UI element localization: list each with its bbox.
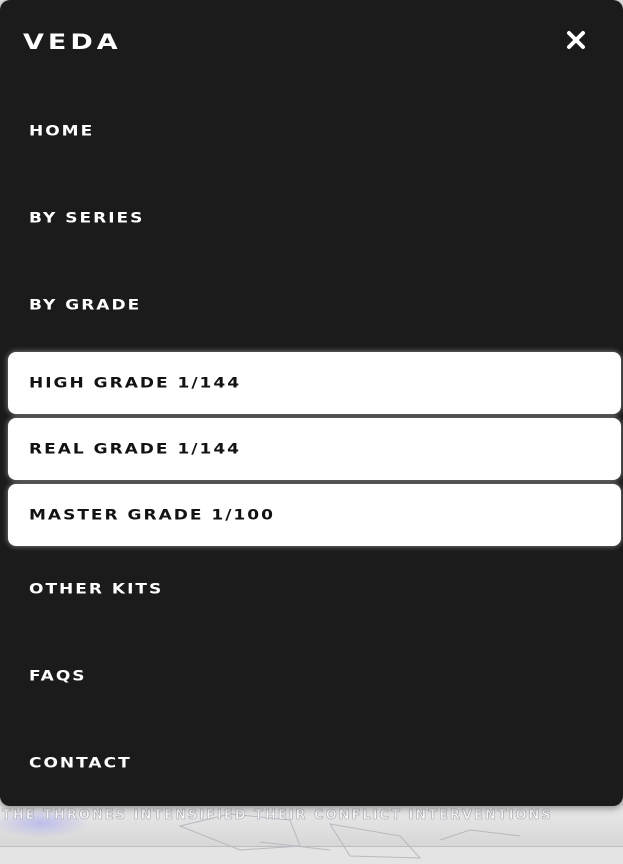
background-ticker: THE THRONES INTENSIFIED THEIR CONFLICT I…: [2, 808, 553, 824]
nav-drawer: VEDA HOME BY SERIES BY GRADE HIGH GRADE …: [0, 0, 623, 806]
close-button[interactable]: [560, 24, 592, 56]
nav-item-by-series[interactable]: BY SERIES: [29, 210, 144, 227]
nav-subitem-label: REAL GRADE 1/144: [29, 440, 241, 458]
nav-item-faqs[interactable]: FAQS: [29, 668, 87, 685]
nav-subitem-label: MASTER GRADE 1/100: [29, 506, 275, 524]
close-icon: [567, 31, 585, 49]
nav-subitem-label: HIGH GRADE 1/144: [29, 374, 242, 392]
nav-item-home[interactable]: HOME: [29, 123, 94, 140]
brand-logo[interactable]: VEDA: [23, 30, 122, 55]
nav-item-contact[interactable]: CONTACT: [29, 755, 132, 772]
nav-subitem-high-grade[interactable]: HIGH GRADE 1/144: [8, 352, 621, 414]
nav-subitem-master-grade[interactable]: MASTER GRADE 1/100: [8, 484, 621, 546]
nav-item-other-kits[interactable]: OTHER KITS: [29, 581, 163, 598]
nav-subitem-real-grade[interactable]: REAL GRADE 1/144: [8, 418, 621, 480]
nav-item-by-grade[interactable]: BY GRADE: [29, 297, 141, 314]
